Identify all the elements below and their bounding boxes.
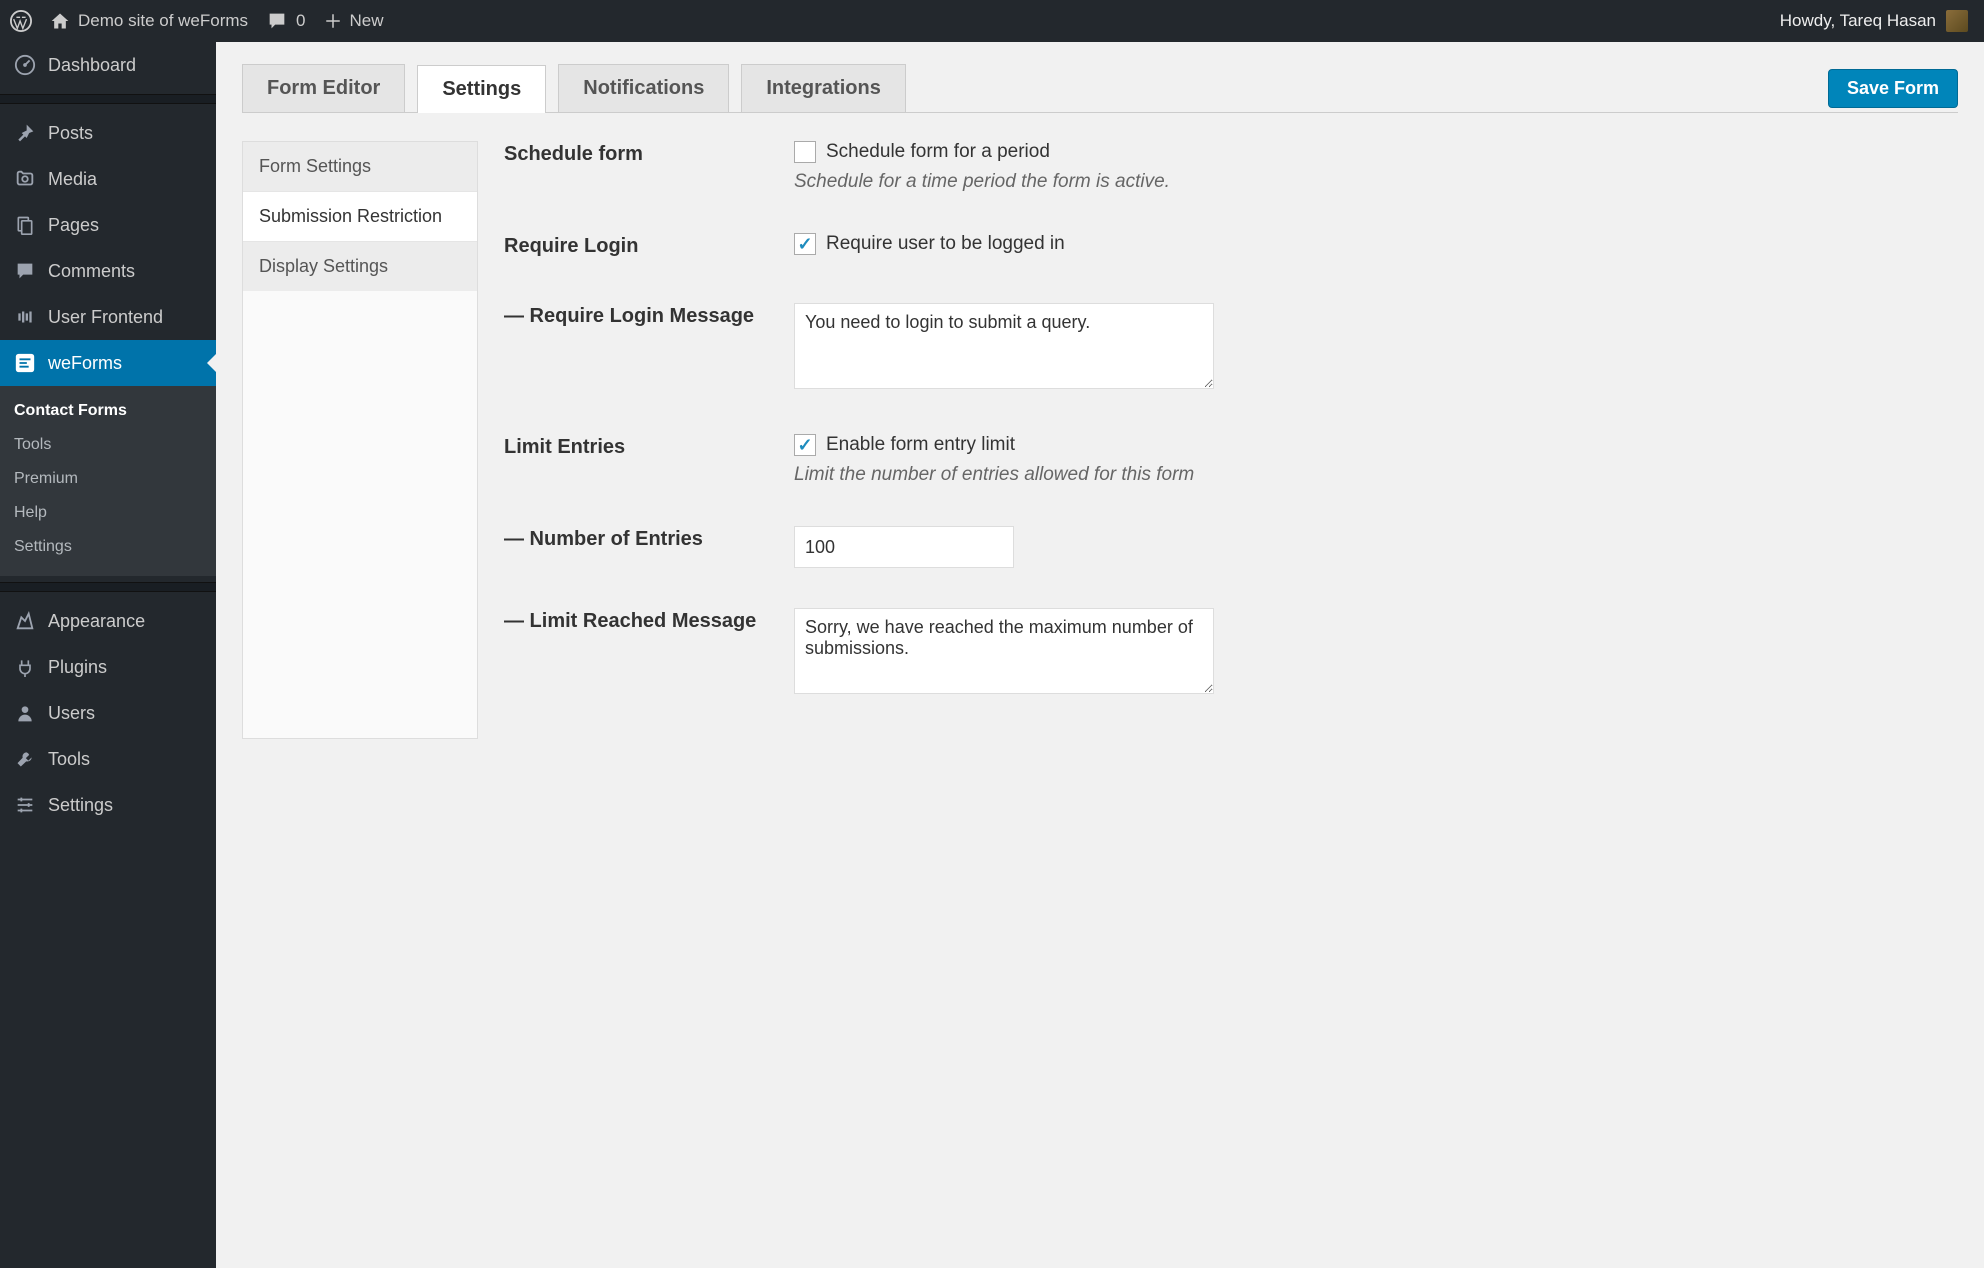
avatar — [1946, 10, 1968, 32]
submenu-item-tools[interactable]: Tools — [0, 428, 216, 462]
tab-notifications[interactable]: Notifications — [558, 64, 729, 112]
comments-count: 0 — [296, 11, 305, 31]
sidebar-item-label: Appearance — [48, 611, 145, 632]
require-login-checkbox-label: Require user to be logged in — [826, 233, 1065, 255]
menu-separator — [0, 582, 216, 592]
new-content-link[interactable]: New — [324, 11, 384, 31]
sidebar-item-posts[interactable]: Posts — [0, 110, 216, 156]
tools-icon — [14, 748, 36, 770]
adminbar: Demo site of weForms 0 New Howdy, Tareq … — [0, 0, 1984, 42]
plugins-icon — [14, 656, 36, 678]
settings-form: Schedule form Schedule form for a period… — [504, 141, 1958, 739]
greeting: Howdy, Tareq Hasan — [1780, 11, 1936, 31]
user-account-link[interactable]: Howdy, Tareq Hasan — [1780, 10, 1974, 32]
limit-reached-message-label: — Limit Reached Message — [504, 608, 794, 633]
comment-icon — [266, 10, 288, 32]
require-login-checkbox[interactable] — [794, 233, 816, 255]
settings-nav-submission-restriction[interactable]: Submission Restriction — [243, 192, 477, 242]
pin-icon — [14, 122, 36, 144]
submenu-item-contact-forms[interactable]: Contact Forms — [0, 394, 216, 428]
home-icon — [50, 11, 70, 31]
schedule-form-label: Schedule form — [504, 141, 794, 166]
users-icon — [14, 702, 36, 724]
sidebar-item-settings[interactable]: Settings — [0, 782, 216, 828]
content-area: Form Editor Settings Notifications Integ… — [216, 42, 1984, 761]
limit-reached-message-textarea[interactable] — [794, 608, 1214, 694]
number-entries-label: — Number of Entries — [504, 526, 794, 551]
limit-entries-label: Limit Entries — [504, 434, 794, 459]
sidebar-item-appearance[interactable]: Appearance — [0, 598, 216, 644]
sidebar-item-label: User Frontend — [48, 307, 163, 328]
admin-sidebar: Dashboard Posts Media Pages Comments Use… — [0, 42, 216, 1268]
sidebar-item-label: Media — [48, 169, 97, 190]
sidebar-submenu-weforms: Contact Forms Tools Premium Help Setting… — [0, 386, 216, 576]
require-login-label: Require Login — [504, 233, 794, 258]
new-label: New — [350, 11, 384, 31]
sidebar-item-label: Plugins — [48, 657, 107, 678]
sidebar-item-label: weForms — [48, 353, 122, 374]
sidebar-item-label: Pages — [48, 215, 99, 236]
menu-separator — [0, 94, 216, 104]
site-home-link[interactable]: Demo site of weForms — [50, 11, 248, 31]
submenu-item-settings[interactable]: Settings — [0, 530, 216, 564]
sidebar-item-label: Dashboard — [48, 55, 136, 76]
comments-icon — [14, 260, 36, 282]
settings-nav-form-settings[interactable]: Form Settings — [243, 142, 477, 192]
settings-subnav: Form Settings Submission Restriction Dis… — [242, 141, 478, 739]
sidebar-item-media[interactable]: Media — [0, 156, 216, 202]
require-login-message-textarea[interactable] — [794, 303, 1214, 389]
plus-icon — [324, 12, 342, 30]
media-icon — [14, 168, 36, 190]
site-name: Demo site of weForms — [78, 11, 248, 31]
wp-logo[interactable] — [10, 10, 32, 32]
tab-form-editor[interactable]: Form Editor — [242, 64, 405, 112]
schedule-form-help: Schedule for a time period the form is a… — [794, 171, 1958, 193]
sidebar-item-weforms[interactable]: weForms — [0, 340, 216, 386]
require-login-message-label: — Require Login Message — [504, 303, 794, 328]
weforms-icon — [14, 352, 36, 374]
dashboard-icon — [14, 54, 36, 76]
wordpress-icon — [10, 10, 32, 32]
settings-nav-display-settings[interactable]: Display Settings — [243, 242, 477, 291]
sidebar-item-comments[interactable]: Comments — [0, 248, 216, 294]
sidebar-item-dashboard[interactable]: Dashboard — [0, 42, 216, 88]
sidebar-item-label: Posts — [48, 123, 93, 144]
sidebar-item-users[interactable]: Users — [0, 690, 216, 736]
userfrontend-icon — [14, 306, 36, 328]
sidebar-item-label: Users — [48, 703, 95, 724]
sidebar-item-tools[interactable]: Tools — [0, 736, 216, 782]
sidebar-item-userfrontend[interactable]: User Frontend — [0, 294, 216, 340]
tab-settings[interactable]: Settings — [417, 65, 546, 113]
sidebar-item-label: Comments — [48, 261, 135, 282]
tabs-row: Form Editor Settings Notifications Integ… — [242, 64, 1958, 113]
tab-integrations[interactable]: Integrations — [741, 64, 905, 112]
save-form-button[interactable]: Save Form — [1828, 69, 1958, 108]
appearance-icon — [14, 610, 36, 632]
comments-link[interactable]: 0 — [266, 10, 305, 32]
sidebar-item-label: Settings — [48, 795, 113, 816]
limit-entries-checkbox-label: Enable form entry limit — [826, 434, 1015, 456]
submenu-item-premium[interactable]: Premium — [0, 462, 216, 496]
schedule-form-checkbox[interactable] — [794, 141, 816, 163]
number-entries-input[interactable] — [794, 526, 1014, 568]
submenu-item-help[interactable]: Help — [0, 496, 216, 530]
sidebar-item-label: Tools — [48, 749, 90, 770]
sidebar-item-plugins[interactable]: Plugins — [0, 644, 216, 690]
pages-icon — [14, 214, 36, 236]
schedule-form-checkbox-label: Schedule form for a period — [826, 141, 1050, 163]
limit-entries-help: Limit the number of entries allowed for … — [794, 464, 1958, 486]
limit-entries-checkbox[interactable] — [794, 434, 816, 456]
sidebar-item-pages[interactable]: Pages — [0, 202, 216, 248]
settings-icon — [14, 794, 36, 816]
